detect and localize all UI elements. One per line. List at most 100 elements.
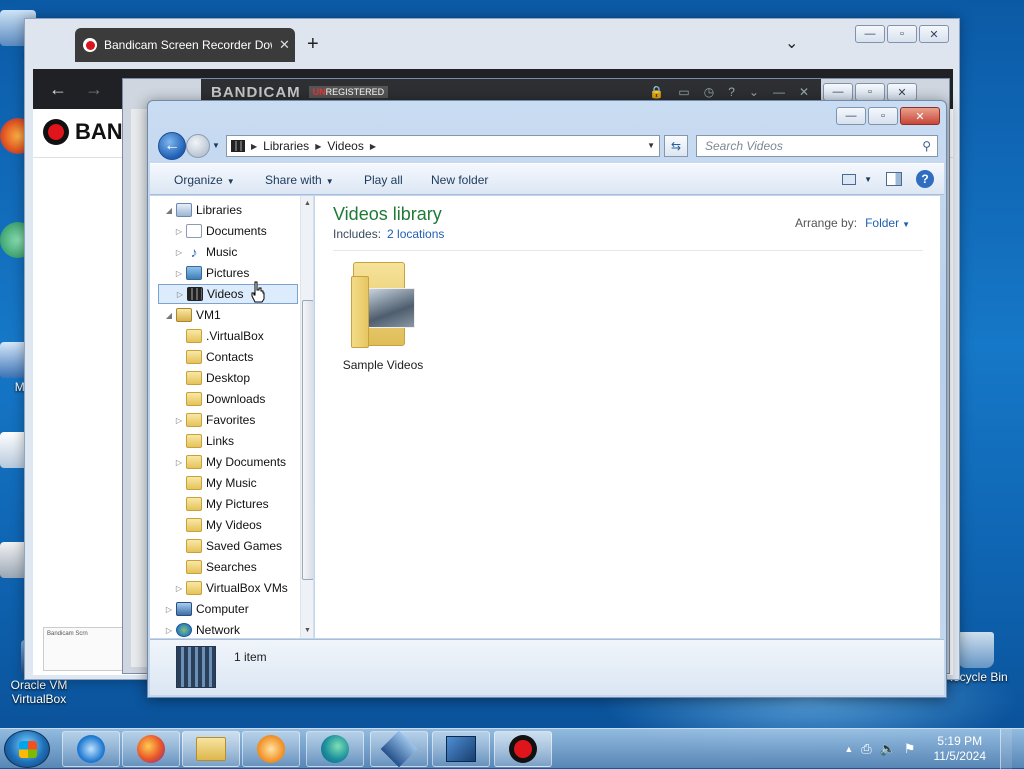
share-with-button[interactable]: Share with ▼ <box>265 173 334 187</box>
folder-icon[interactable]: ▭ <box>678 85 689 99</box>
user-icon <box>176 308 192 322</box>
tree-item-network[interactable]: ▷ Network <box>164 620 313 638</box>
taskbar-bandicam[interactable] <box>494 731 552 767</box>
tree-expander-icon[interactable]: ▷ <box>174 584 184 593</box>
tree-item-my-videos[interactable]: My Videos <box>174 515 313 535</box>
tree-item-label: My Music <box>206 476 257 490</box>
tree-item-my-pictures[interactable]: My Pictures <box>174 494 313 514</box>
clock[interactable]: 5:19 PM 11/5/2024 <box>934 734 987 764</box>
browser-close-button[interactable]: ✕ <box>919 25 949 43</box>
tree-expander-icon[interactable]: ▷ <box>174 458 184 467</box>
breadcrumb-videos[interactable]: Videos <box>327 139 363 153</box>
taskbar-internet-explorer[interactable] <box>62 731 120 767</box>
tree-expander-icon[interactable]: ▷ <box>174 248 184 257</box>
breadcrumb-arrow-icon[interactable]: ▶ <box>370 142 376 151</box>
search-icon[interactable]: ⚲ <box>922 139 931 153</box>
play-all-button[interactable]: Play all <box>364 173 403 187</box>
tree-item-documents[interactable]: ▷ Documents <box>174 221 313 241</box>
tree-item-videos[interactable]: ▷ Videos <box>158 284 298 304</box>
tab-list-chevron-icon[interactable]: ⌄ <box>785 33 798 53</box>
address-dropdown-icon[interactable]: ▼ <box>647 141 655 150</box>
bandicam-site-logo[interactable]: BAN <box>43 119 123 145</box>
tree-expander-icon[interactable]: ▷ <box>174 416 184 425</box>
tree-expander-icon[interactable]: ▷ <box>175 290 185 299</box>
change-view-button[interactable]: ▼ <box>842 173 872 185</box>
breadcrumb-libraries[interactable]: Libraries <box>263 139 309 153</box>
bandicam-maximize-button[interactable]: ▫ <box>855 83 885 101</box>
tree-item-virtualbox-vms[interactable]: ▷ VirtualBox VMs <box>174 578 313 598</box>
clock-icon[interactable]: ◷ <box>704 85 714 99</box>
taskbar-file-explorer[interactable] <box>182 731 240 767</box>
tree-expander-icon[interactable]: ▷ <box>164 626 174 635</box>
tree-item-saved-games[interactable]: Saved Games <box>174 536 313 556</box>
new-tab-button[interactable]: + <box>307 33 319 56</box>
preview-pane-icon[interactable] <box>886 172 902 186</box>
new-folder-button[interactable]: New folder <box>431 173 488 187</box>
tab-close-icon[interactable]: ✕ <box>279 37 290 53</box>
browser-back-button[interactable]: ← <box>49 79 67 100</box>
pic-icon <box>186 266 202 280</box>
network-icon[interactable]: ⎙ <box>861 741 871 757</box>
show-desktop-button[interactable] <box>1000 729 1012 769</box>
bandicam-close-button[interactable]: ✕ <box>887 83 917 101</box>
tree-item-computer[interactable]: ▷ Computer <box>164 599 313 619</box>
tree-expander-icon[interactable]: ▷ <box>174 227 184 236</box>
maximize-button[interactable]: ▫ <box>868 107 898 125</box>
search-input[interactable]: Search Videos ⚲ <box>696 135 938 157</box>
tree-item-libraries[interactable]: ◢ Libraries <box>164 200 313 220</box>
help-icon[interactable]: ? <box>728 85 735 99</box>
organize-button[interactable]: Organize ▼ <box>174 173 235 187</box>
breadcrumb-arrow-icon[interactable]: ▶ <box>315 142 321 151</box>
forward-button[interactable] <box>186 134 210 158</box>
tree-item-my-music[interactable]: My Music <box>174 473 313 493</box>
taskbar-virtualbox[interactable] <box>370 730 428 768</box>
browser-tab[interactable]: Bandicam Screen Recorder Dow ✕ <box>75 28 295 62</box>
chevron-down-icon[interactable]: ⌄ <box>749 85 759 99</box>
address-field[interactable]: ▶ Libraries ▶ Videos ▶ ▼ <box>226 135 660 157</box>
folder-item-sample-videos[interactable]: Sample Videos <box>335 262 431 372</box>
tree-expander-icon[interactable]: ▷ <box>164 605 174 614</box>
show-hidden-icons-button[interactable]: ▲ <box>844 744 853 754</box>
chevron-down-icon[interactable]: ▼ <box>902 220 910 229</box>
recent-pages-dropdown-icon[interactable]: ▼ <box>212 141 220 150</box>
browser-maximize-button[interactable]: ▫ <box>887 25 917 43</box>
tree-expander-icon[interactable]: ◢ <box>164 206 174 215</box>
tree-item-searches[interactable]: Searches <box>174 557 313 577</box>
tree-item-virtualbox[interactable]: .VirtualBox <box>174 326 313 346</box>
back-button[interactable]: ← <box>158 132 186 160</box>
minimize-button[interactable]: — <box>836 107 866 125</box>
help-icon[interactable]: ? <box>916 170 934 188</box>
start-button[interactable] <box>4 730 50 768</box>
tree-item-music[interactable]: ▷ ♪ Music <box>174 242 313 262</box>
close-icon[interactable]: ✕ <box>799 85 809 99</box>
refresh-button[interactable]: ⇆ <box>664 135 688 157</box>
arrange-dropdown[interactable]: Folder <box>865 216 899 230</box>
tree-expander-icon[interactable]: ◢ <box>164 311 174 320</box>
lock-icon[interactable]: 🔒 <box>649 85 664 99</box>
breadcrumb-arrow-icon[interactable]: ▶ <box>251 142 257 151</box>
volume-muted-icon[interactable]: 🔈 <box>880 741 896 757</box>
tree-item-desktop[interactable]: Desktop <box>174 368 313 388</box>
tree-item-pictures[interactable]: ▷ Pictures <box>174 263 313 283</box>
minimize-icon[interactable]: — <box>773 85 785 99</box>
tree-item-favorites[interactable]: ▷ Favorites <box>174 410 313 430</box>
bandicam-minimize-button[interactable]: — <box>823 83 853 101</box>
tree-item-vm1[interactable]: ◢ VM1 <box>164 305 313 325</box>
tree-item-my-documents[interactable]: ▷ My Documents <box>174 452 313 472</box>
browser-minimize-button[interactable]: — <box>855 25 885 43</box>
folder-icon <box>349 262 417 352</box>
explorer-titlebar[interactable]: — ▫ ✕ <box>148 101 946 131</box>
page-thumbnail[interactable]: Bandicam Scrn <box>43 627 127 671</box>
taskbar-media-player[interactable] <box>242 731 300 767</box>
tree-item-downloads[interactable]: Downloads <box>174 389 313 409</box>
locations-link[interactable]: 2 locations <box>387 227 444 241</box>
taskbar-xp-mode[interactable] <box>432 731 490 767</box>
browser-forward-button[interactable]: → <box>85 79 103 100</box>
tree-item-links[interactable]: Links <box>174 431 313 451</box>
tree-item-contacts[interactable]: Contacts <box>174 347 313 367</box>
action-center-flag-icon[interactable]: ⚑ <box>904 741 916 757</box>
taskbar-edge[interactable] <box>306 731 364 767</box>
close-button[interactable]: ✕ <box>900 107 940 125</box>
tree-expander-icon[interactable]: ▷ <box>174 269 184 278</box>
taskbar-firefox[interactable] <box>122 731 180 767</box>
